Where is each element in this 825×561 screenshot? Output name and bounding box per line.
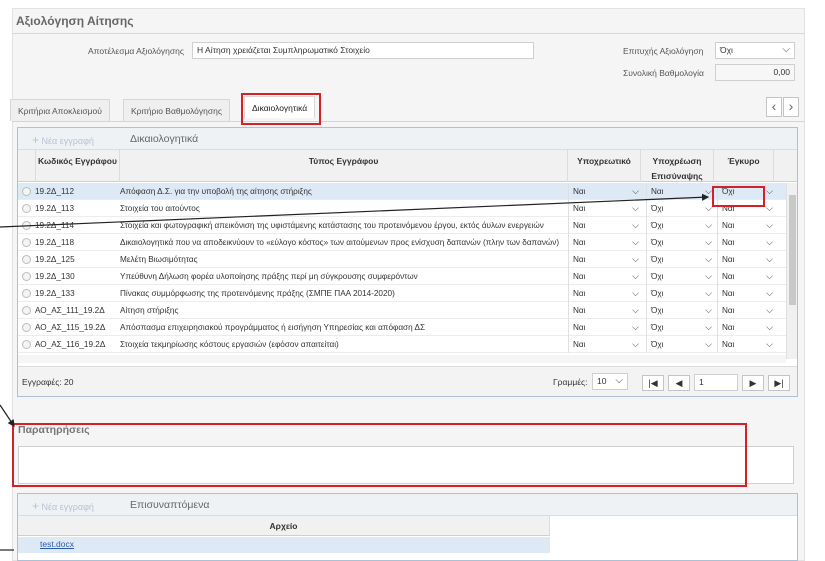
annotation-arrows — [0, 193, 710, 551]
arrow-to-valid-cell — [0, 193, 710, 228]
arrow-to-notes — [0, 404, 15, 427]
